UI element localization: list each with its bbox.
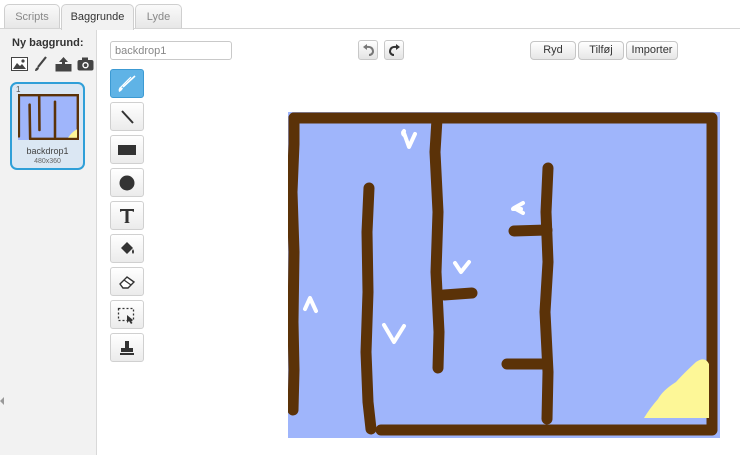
backdrop-sidebar: Ny baggrund: 1 backdrop1 480x360 [0, 29, 97, 455]
select-icon [117, 307, 135, 324]
text-tool[interactable] [110, 201, 144, 230]
undo-button[interactable] [358, 40, 378, 60]
stamp-icon [120, 340, 134, 355]
eraser-icon [119, 275, 136, 289]
backdrop-name: backdrop1 [26, 146, 69, 156]
backdrop-thumbnail-image [18, 94, 79, 140]
canvas-background [288, 112, 720, 438]
paint-library-icon[interactable] [10, 55, 28, 73]
brush-icon [118, 74, 136, 92]
redo-icon [388, 43, 400, 56]
upload-icon[interactable] [54, 55, 72, 73]
ellipse-icon [119, 175, 135, 190]
rectangle-icon [118, 144, 136, 155]
fill-icon [121, 241, 134, 254]
new-backdrop-icons [10, 55, 94, 73]
tab-backdrops[interactable]: Baggrunde [61, 4, 134, 30]
line-tool[interactable] [110, 102, 144, 131]
select-tool[interactable] [110, 300, 144, 329]
collapse-arrow-icon[interactable] [0, 397, 4, 405]
backdrop-number: 1 [16, 85, 21, 94]
import-button[interactable]: Importer [626, 41, 678, 60]
eraser-tool[interactable] [110, 267, 144, 296]
clear-button[interactable]: Ryd [530, 41, 576, 60]
drawing-canvas[interactable] [288, 112, 720, 438]
tab-scripts[interactable]: Scripts [4, 4, 60, 29]
undo-icon [362, 43, 374, 56]
paint-editor: Ryd Tilføj Importer [98, 29, 740, 455]
backdrop-size: 480x360 [34, 158, 61, 165]
costume-name-input[interactable] [110, 41, 232, 60]
line-icon [121, 109, 134, 124]
stamp-tool[interactable] [110, 333, 144, 362]
ellipse-tool[interactable] [110, 168, 144, 197]
redo-button[interactable] [384, 40, 404, 60]
fill-tool[interactable] [110, 234, 144, 263]
text-icon [120, 208, 134, 223]
add-button[interactable]: Tilføj [578, 41, 624, 60]
camera-icon[interactable] [76, 55, 94, 73]
backdrop-thumbnail[interactable]: 1 backdrop1 480x360 [10, 82, 85, 170]
tab-bar: Scripts Baggrunde Lyde [0, 0, 740, 30]
brush-tool[interactable] [110, 69, 144, 98]
tab-sounds[interactable]: Lyde [135, 4, 182, 29]
new-backdrop-label: Ny baggrund: [12, 37, 84, 49]
paint-brush-icon[interactable] [32, 55, 50, 73]
rectangle-tool[interactable] [110, 135, 144, 164]
